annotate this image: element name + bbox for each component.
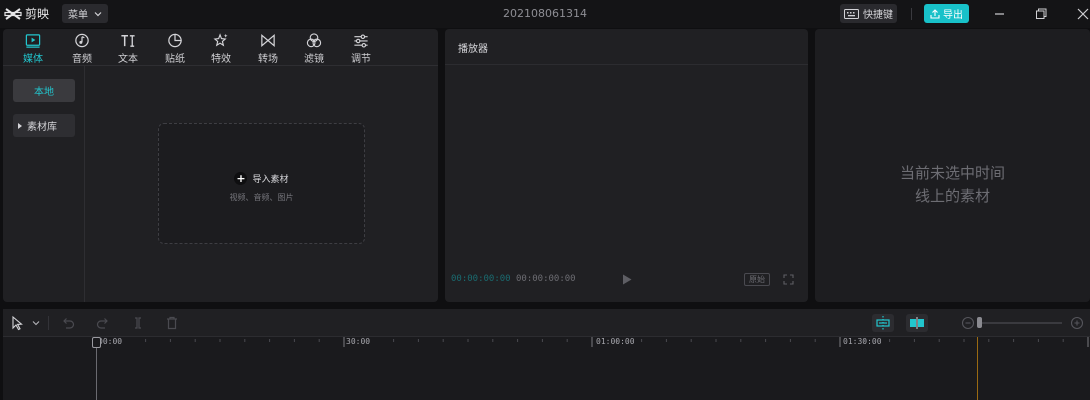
tab-audio-label: 音频 [72,54,92,65]
tab-adjust-label: 调节 [351,54,371,65]
media-sidebar: 本地 素材库 [3,66,85,302]
ruler-label: 01:30:00 [843,337,882,346]
player-header: 播放器 [445,29,808,65]
media-icon [25,34,41,48]
effects-icon [213,33,228,47]
tab-transition[interactable]: 转场 [248,31,288,65]
close-icon[interactable] [1075,6,1090,22]
shortcut-label: 快捷键 [863,10,893,21]
timeline-panel: 00:00 30:00 01:00:00 01:30:00 [3,309,1090,400]
export-label: 导出 [943,10,963,21]
filter-icon [306,33,322,48]
tab-effects-label: 特效 [211,54,231,65]
timeline-end-marker [977,337,978,400]
text-icon [121,35,135,47]
empty-message-line-2: 线上的素材 [914,187,990,205]
zoom-slider-track[interactable] [978,322,1062,324]
zoom-in-icon[interactable] [1069,315,1085,331]
tab-audio[interactable]: 音频 [62,31,102,65]
minimize-icon[interactable] [992,6,1008,22]
app-logo: 剪映 [4,5,49,22]
toolbar-divider [48,316,49,330]
redo-icon[interactable] [95,315,111,331]
zoom-slider-handle[interactable] [977,317,982,328]
shortcut-button[interactable]: 快捷键 [840,4,897,23]
snap-icon [876,316,890,330]
select-cursor-icon[interactable] [10,315,26,331]
fullscreen-icon[interactable] [783,274,794,285]
expand-triangle-icon [18,122,22,129]
tab-effects[interactable]: 特效 [201,31,241,65]
import-label: 导入素材 [252,175,289,185]
link-clips-button[interactable] [906,314,928,332]
tab-text[interactable]: 文本 [108,31,148,65]
player-title: 播放器 [458,44,488,55]
timeline-ruler[interactable]: 00:00 30:00 01:00:00 01:30:00 [3,337,1090,353]
tab-text-label: 文本 [118,54,138,65]
restore-icon[interactable] [1033,6,1049,22]
tab-adjust[interactable]: 调节 [341,31,381,65]
delete-icon[interactable] [164,315,180,331]
title-bar: 剪映 菜单 202108061314 快捷键 导出 [0,0,1090,28]
titlebar-divider [911,8,912,20]
tab-sticker-label: 贴纸 [165,54,185,65]
chevron-down-icon [94,11,102,16]
chevron-down-icon[interactable] [32,319,40,327]
media-panel: 媒体 音频 文本 贴纸 特效 转场 滤镜 调节 本地 素材库 + 导入素材 视频… [3,29,438,302]
capcut-logo-icon [4,7,22,20]
media-tabs: 媒体 音频 文本 贴纸 特效 转场 滤镜 调节 [3,29,438,66]
aspect-ratio-button[interactable]: 原始 [744,273,770,286]
empty-message-line-1: 当前未选中时间 [899,164,1005,182]
sidebar-item-local[interactable]: 本地 [13,79,75,102]
sticker-icon [168,33,182,48]
audio-icon [75,33,89,48]
sidebar-item-library[interactable]: 素材库 [13,114,75,137]
menu-label: 菜单 [68,10,88,21]
tab-media[interactable]: 媒体 [13,31,53,65]
play-icon[interactable] [621,273,633,286]
player-panel: 播放器 00:00:00:00 00:00:00:00 原始 [445,29,808,302]
library-label: 素材库 [27,122,57,133]
ruler-label: 30:00 [346,337,371,346]
tab-transition-label: 转场 [258,54,278,65]
ruler-ticks [95,337,1089,347]
import-button[interactable]: + 导入素材 [159,172,364,185]
menu-button[interactable]: 菜单 [62,4,108,23]
timeline-toolbar [3,309,1090,337]
import-dropzone[interactable]: + 导入素材 视频、音频、图片 [158,123,365,244]
export-icon [930,8,940,19]
import-hint: 视频、音频、图片 [229,193,294,202]
transition-icon [261,33,275,48]
project-title: 202108061314 [503,7,587,20]
auto-snap-button[interactable] [872,314,894,332]
keyboard-icon [844,8,859,19]
ruler-label: 01:00:00 [596,337,635,346]
ruler-label: 00:00 [98,337,123,346]
plus-icon: + [234,172,248,185]
zoom-out-icon[interactable] [960,315,976,331]
export-button[interactable]: 导出 [924,4,969,23]
undo-icon[interactable] [60,315,76,331]
link-icon [910,317,924,329]
properties-panel: 当前未选中时间 线上的素材 [815,29,1090,302]
playhead-handle[interactable] [92,337,101,348]
tab-media-label: 媒体 [23,54,43,65]
tab-filter[interactable]: 滤镜 [294,31,334,65]
player-time-total: 00:00:00:00 [516,274,576,284]
split-icon[interactable] [130,315,146,331]
tab-sticker[interactable]: 贴纸 [155,31,195,65]
properties-empty-message: 当前未选中时间 线上的素材 [815,162,1090,208]
app-name: 剪映 [25,7,50,21]
player-time-current: 00:00:00:00 [451,274,511,284]
tab-filter-label: 滤镜 [304,54,324,65]
adjust-icon [354,34,368,48]
